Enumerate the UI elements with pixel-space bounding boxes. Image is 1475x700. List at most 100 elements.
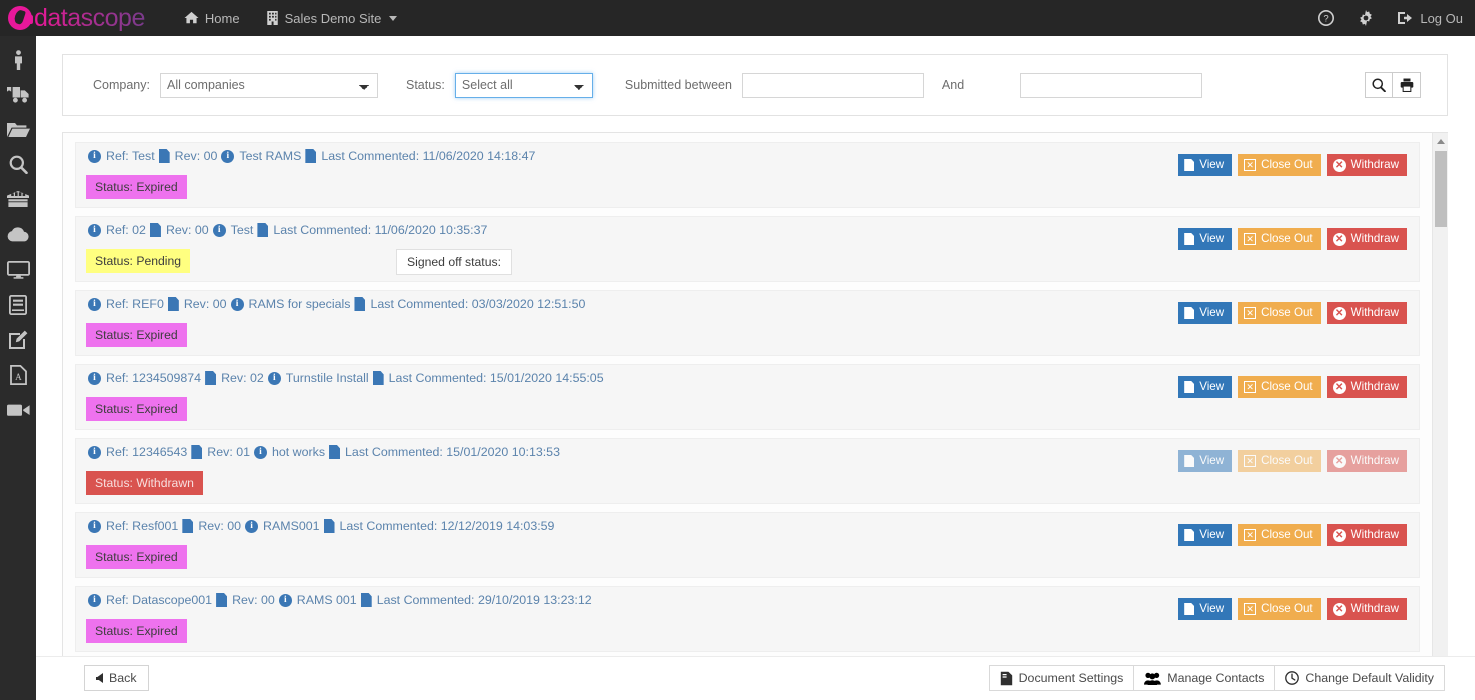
close-out-label: Close Out [1261,380,1313,393]
rev-file-icon[interactable] [216,593,228,607]
rev-file-icon[interactable] [205,371,217,385]
table-row[interactable]: i Ref: REF0 Rev: 00 i RAMS for specials Last … [75,290,1420,356]
logout-label: Log Ou [1420,10,1463,26]
table-row[interactable]: i Ref: Datascope001 Rev: 00 i RAMS 001 Last C… [75,586,1420,652]
withdraw-button[interactable]: ✕ Withdraw [1326,302,1407,324]
comment-file-icon[interactable] [372,371,384,385]
table-row[interactable]: i Ref: 1234509874 Rev: 02 i Turnstile Instal… [75,364,1420,430]
manage-contacts-button[interactable]: Manage Contacts [1134,665,1276,691]
row-meta: i Ref: REF0 Rev: 00 i RAMS for specials Last … [88,297,589,311]
rev-file-icon[interactable] [149,223,161,237]
sidebar-item-search[interactable] [0,147,36,182]
sidebar-item-desktop[interactable] [0,252,36,287]
document-list: i Ref: Test Rev: 00 i Test RAMS Last Commente… [63,133,1432,682]
document-settings-button[interactable]: Document Settings [988,665,1135,691]
x-square-icon: ✕ [1244,307,1257,319]
withdraw-button[interactable]: ✕ Withdraw [1326,154,1407,176]
status-badge: Status: Expired [86,323,187,347]
top-navbar: datascope Home Sales Demo Site ? Log Ou [0,0,1475,36]
title-info-icon[interactable]: i [221,149,235,163]
view-label: View [1199,454,1225,467]
table-row[interactable]: i Ref: Test Rev: 00 i Test RAMS Last Commente… [75,142,1420,208]
close-out-label: Close Out [1261,602,1313,615]
view-button[interactable]: View [1178,376,1233,398]
withdraw-button[interactable]: ✕ Withdraw [1326,376,1407,398]
back-button[interactable]: Back [84,665,149,691]
table-row[interactable]: i Ref: 02 Rev: 00 i Test Last Commented: 11/0… [75,216,1420,282]
print-button[interactable] [1393,72,1421,98]
ref-info-icon[interactable]: i [88,593,101,607]
status-select[interactable]: Select all [454,72,593,98]
close-out-button[interactable]: ✕ Close Out [1238,524,1321,546]
scrollbar-thumb[interactable] [1435,151,1447,227]
close-out-button[interactable]: ✕ Close Out [1238,228,1321,250]
sidebar-item-folder[interactable] [0,112,36,147]
table-row[interactable]: i Ref: 12346543 Rev: 01 i hot works Last Comm… [75,438,1420,504]
withdraw-button[interactable]: ✕ Withdraw [1326,598,1407,620]
ref-info-icon[interactable]: i [88,519,101,533]
withdraw-label: Withdraw [1350,232,1399,245]
title-info-icon[interactable]: i [230,297,244,311]
list-scrollbar[interactable] [1432,133,1448,682]
sidebar-item-warehouse[interactable] [0,182,36,217]
table-row[interactable]: i Ref: Resf001 Rev: 00 i RAMS001 Last Comment… [75,512,1420,578]
view-button[interactable]: View [1178,524,1233,546]
rev-file-icon[interactable] [167,297,179,311]
title-info-icon[interactable]: i [245,519,259,533]
view-button[interactable]: View [1178,302,1233,324]
ref-info-icon[interactable]: i [88,149,101,163]
comment-file-icon[interactable] [360,593,372,607]
close-out-label: Close Out [1261,306,1313,319]
title-info-icon[interactable]: i [267,371,281,385]
view-button[interactable]: View [1178,598,1233,620]
close-out-button[interactable]: ✕ Close Out [1238,302,1321,324]
close-out-button[interactable]: ✕ Close Out [1238,598,1321,620]
settings-button[interactable] [1346,0,1386,36]
company-select[interactable]: All companies [159,72,378,98]
submitted-from-input[interactable] [741,72,924,98]
view-button[interactable]: View [1178,228,1233,250]
close-out-button[interactable]: ✕ Close Out [1238,154,1321,176]
sidebar-item-truck[interactable] [0,77,36,112]
ref-text: Ref: REF0 [106,297,164,311]
help-button[interactable]: ? [1306,0,1346,36]
search-button[interactable] [1365,72,1393,98]
nav-home[interactable]: Home [171,0,253,36]
x-square-icon: ✕ [1244,455,1257,467]
sidebar-item-cloud[interactable] [0,217,36,252]
comment-file-icon[interactable] [329,445,341,459]
ref-info-icon[interactable]: i [88,371,101,385]
comment-file-icon[interactable] [323,519,335,533]
withdraw-button[interactable]: ✕ Withdraw [1326,450,1407,472]
title-info-icon[interactable]: i [212,223,226,237]
brand-logo[interactable]: datascope [0,0,145,36]
ref-info-icon[interactable]: i [88,223,101,237]
comment-file-icon[interactable] [305,149,317,163]
rev-file-icon[interactable] [158,149,170,163]
comment-file-icon[interactable] [257,223,269,237]
search-icon [1372,78,1386,92]
sidebar-item-edit[interactable] [0,322,36,357]
rev-file-icon[interactable] [191,445,203,459]
logout-button[interactable]: Log Ou [1386,0,1475,36]
withdraw-button[interactable]: ✕ Withdraw [1326,228,1407,250]
view-button[interactable]: View [1178,154,1233,176]
submitted-to-input[interactable] [1020,72,1203,98]
ref-info-icon[interactable]: i [88,297,101,311]
rev-file-icon[interactable] [182,519,194,533]
comment-file-icon[interactable] [354,297,366,311]
title-info-icon[interactable]: i [254,445,267,459]
change-default-validity-button[interactable]: Change Default Validity [1275,665,1445,691]
scroll-up-button[interactable] [1433,133,1448,149]
sidebar-item-book[interactable] [0,287,36,322]
sidebar-item-video[interactable] [0,392,36,427]
close-out-button[interactable]: ✕ Close Out [1238,376,1321,398]
ref-info-icon[interactable]: i [88,445,101,459]
title-info-icon[interactable]: i [278,593,292,607]
sidebar-item-pdf[interactable]: A [0,357,36,392]
nav-site-selector[interactable]: Sales Demo Site [253,0,411,36]
view-button[interactable]: View [1178,450,1233,472]
close-out-button[interactable]: ✕ Close Out [1238,450,1321,472]
sidebar-item-person[interactable] [0,42,36,77]
withdraw-button[interactable]: ✕ Withdraw [1326,524,1407,546]
